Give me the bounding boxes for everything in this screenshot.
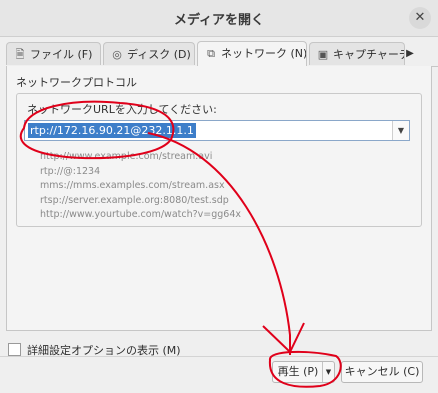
close-icon: ✕ xyxy=(414,10,426,25)
tab-disc[interactable]: ◎ ディスク (D) xyxy=(103,42,195,65)
tab-file[interactable]: 🗎 ファイル (F) xyxy=(6,42,101,65)
example-url: rtsp://server.example.org:8080/test.sdp xyxy=(40,194,229,206)
play-dropdown-icon[interactable]: ▼ xyxy=(322,362,334,382)
url-examples: http://www.example.com/stream.avi rtp://… xyxy=(40,150,241,223)
play-button[interactable]: 再生 (P) ▼ xyxy=(272,361,335,383)
divider xyxy=(0,356,438,357)
advanced-options-checkbox[interactable] xyxy=(8,343,21,356)
dialog-title: メディアを開く xyxy=(173,13,265,28)
section-label: ネットワークプロトコル xyxy=(16,76,137,89)
tab-network[interactable]: ⧉ ネットワーク (N) xyxy=(197,41,307,66)
cancel-button[interactable]: キャンセル (C) xyxy=(341,361,423,383)
file-icon: 🗎 xyxy=(15,48,25,61)
play-button-label: 再生 (P) xyxy=(277,365,319,378)
example-url: http://www.yourtube.com/watch?v=gg64x xyxy=(40,209,242,220)
network-icon: ⧉ xyxy=(207,47,215,60)
chevron-down-icon[interactable]: ▼ xyxy=(392,121,409,140)
example-url: mms://mms.examples.com/stream.asx xyxy=(40,180,225,191)
example-url: rtp://@:1234 xyxy=(40,165,101,177)
tab-label: ディスク (D) xyxy=(127,48,191,61)
disc-icon: ◎ xyxy=(112,48,122,61)
tab-label: ファイル (F) xyxy=(30,48,93,61)
tab-capture[interactable]: ▣ キャプチャーデ xyxy=(309,42,405,65)
example-url: http://www.example.com/stream.avi xyxy=(40,151,213,162)
url-value: rtp://172.16.90.21@232.1.1.1 xyxy=(28,123,196,138)
url-input[interactable]: rtp://172.16.90.21@232.1.1.1 ▼ xyxy=(24,120,410,141)
tab-scroll-right-icon[interactable]: ▶ xyxy=(403,44,417,64)
tab-label: ネットワーク (N) xyxy=(221,47,307,60)
close-button[interactable]: ✕ xyxy=(409,7,431,29)
title-bar: メディアを開く ✕ xyxy=(0,0,438,37)
url-label: ネットワークURLを入力してください: xyxy=(27,103,217,116)
tab-bar: 🗎 ファイル (F) ◎ ディスク (D) ⧉ ネットワーク (N) ▣ キャプチャーデ xyxy=(6,41,438,67)
capture-icon: ▣ xyxy=(317,48,329,61)
tab-label: キャプチャーデ xyxy=(333,48,405,61)
